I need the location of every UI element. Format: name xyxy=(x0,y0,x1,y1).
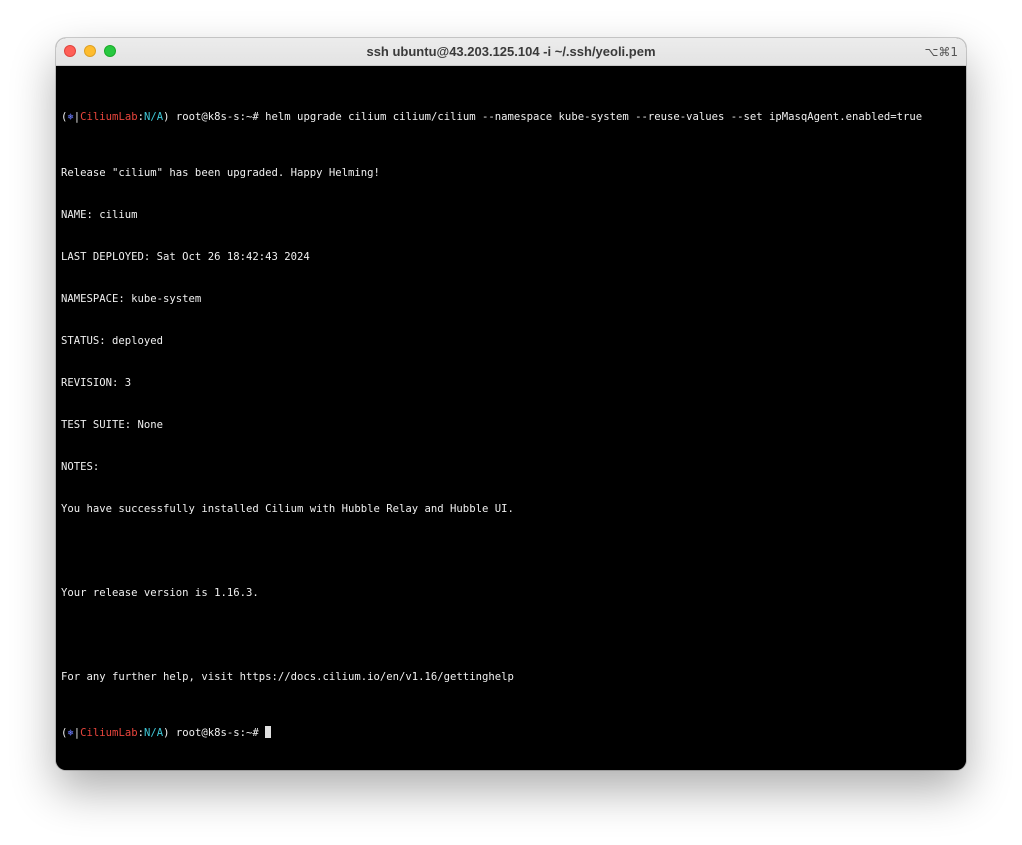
output-line: LAST DEPLOYED: Sat Oct 26 18:42:43 2024 xyxy=(61,251,310,263)
prompt-user: root@k8s-s:~# xyxy=(169,727,266,739)
command-line: (⎈|CiliumLab:N/A) root@k8s-s:~# helm upg… xyxy=(61,110,961,124)
output-line: For any further help, visit https://docs… xyxy=(61,671,514,683)
output-line: NAMESPACE: kube-system xyxy=(61,293,202,305)
prompt-user: root@k8s-s:~# xyxy=(169,111,266,123)
terminal-window: ssh ubuntu@43.203.125.104 -i ~/.ssh/yeol… xyxy=(56,38,966,770)
command-text: helm upgrade cilium cilium/cilium --name… xyxy=(265,111,923,123)
output-line: REVISION: 3 xyxy=(61,377,132,389)
window-title: ssh ubuntu@43.203.125.104 -i ~/.ssh/yeol… xyxy=(366,44,656,59)
output-line: You have successfully installed Cilium w… xyxy=(61,503,514,515)
output-line: STATUS: deployed xyxy=(61,335,164,347)
output-line: Your release version is 1.16.3. xyxy=(61,587,259,599)
output-line: NOTES: xyxy=(61,461,100,473)
output-line: TEST SUITE: None xyxy=(61,419,164,431)
title-bar[interactable]: ssh ubuntu@43.203.125.104 -i ~/.ssh/yeol… xyxy=(56,38,966,66)
tab-shortcut-label: ⌥⌘1 xyxy=(924,45,958,59)
text-cursor[interactable] xyxy=(265,726,272,738)
terminal-output[interactable]: (⎈|CiliumLab:N/A) root@k8s-s:~# helm upg… xyxy=(56,66,966,770)
output-line: Release "cilium" has been upgraded. Happ… xyxy=(61,167,380,179)
prompt-context: CiliumLab xyxy=(80,727,138,739)
output-line: NAME: cilium xyxy=(61,209,138,221)
prompt-namespace: N/A xyxy=(143,111,164,123)
prompt-context: CiliumLab xyxy=(80,111,138,123)
active-prompt-line: (⎈|CiliumLab:N/A) root@k8s-s:~# xyxy=(61,726,961,740)
prompt-namespace: N/A xyxy=(143,727,164,739)
